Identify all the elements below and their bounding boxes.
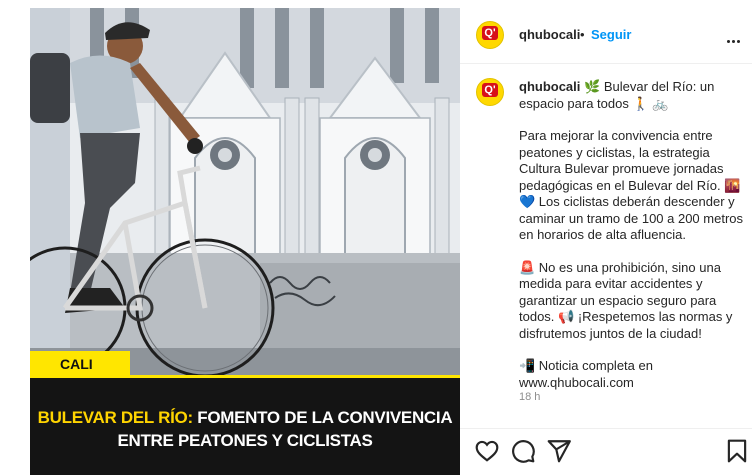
location-tag: CALI: [30, 351, 130, 378]
avatar-logo: Q': [482, 26, 498, 40]
page-background: [0, 0, 30, 475]
post-sidebar: Q' qhubocali • Seguir Q' qhubocali 🌿 Bul…: [460, 8, 752, 475]
post-image[interactable]: CALI BULEVAR DEL RÍO: FOMENTO DE LA CONV…: [30, 8, 460, 475]
caption-paragraph-1: Para mejorar la convivencia entre peaton…: [519, 128, 744, 242]
send-icon[interactable]: [546, 438, 572, 464]
avatar[interactable]: Q': [476, 21, 504, 49]
separator-dot: •: [580, 27, 585, 42]
headline-line-2: ENTRE PEATONES Y CICLISTAS: [117, 431, 373, 450]
caption-paragraph-2: 🚨 No es una prohibición, sino una medida…: [519, 259, 733, 341]
post-photo: [30, 8, 460, 378]
heart-icon[interactable]: [474, 438, 500, 464]
headline-line-1: BULEVAR DEL RÍO: FOMENTO DE LA CONVIVENC…: [30, 408, 460, 428]
avatar-logo: Q': [482, 83, 498, 97]
post-header: Q' qhubocali • Seguir: [460, 8, 752, 64]
caption-paragraph-3: 📲 Noticia completa en www.qhubocali.com: [519, 358, 653, 390]
caption-avatar[interactable]: Q': [476, 78, 504, 106]
action-bar: [460, 428, 752, 476]
post-time[interactable]: 18 h: [519, 391, 540, 403]
header-username[interactable]: qhubocali: [519, 27, 580, 42]
caption-username[interactable]: qhubocali: [519, 79, 580, 94]
headline-highlight: BULEVAR DEL RÍO:: [37, 408, 193, 427]
comment-icon[interactable]: [510, 438, 536, 464]
headline-rest: FOMENTO DE LA CONVIVENCIA: [192, 408, 453, 427]
caption: qhubocali 🌿 Bulevar del Río: un espacio …: [519, 79, 743, 391]
headline-banner: BULEVAR DEL RÍO: FOMENTO DE LA CONVIVENC…: [30, 378, 460, 475]
follow-button[interactable]: Seguir: [591, 27, 631, 42]
bookmark-icon[interactable]: [724, 438, 750, 464]
more-horizontal-icon[interactable]: [727, 30, 747, 43]
